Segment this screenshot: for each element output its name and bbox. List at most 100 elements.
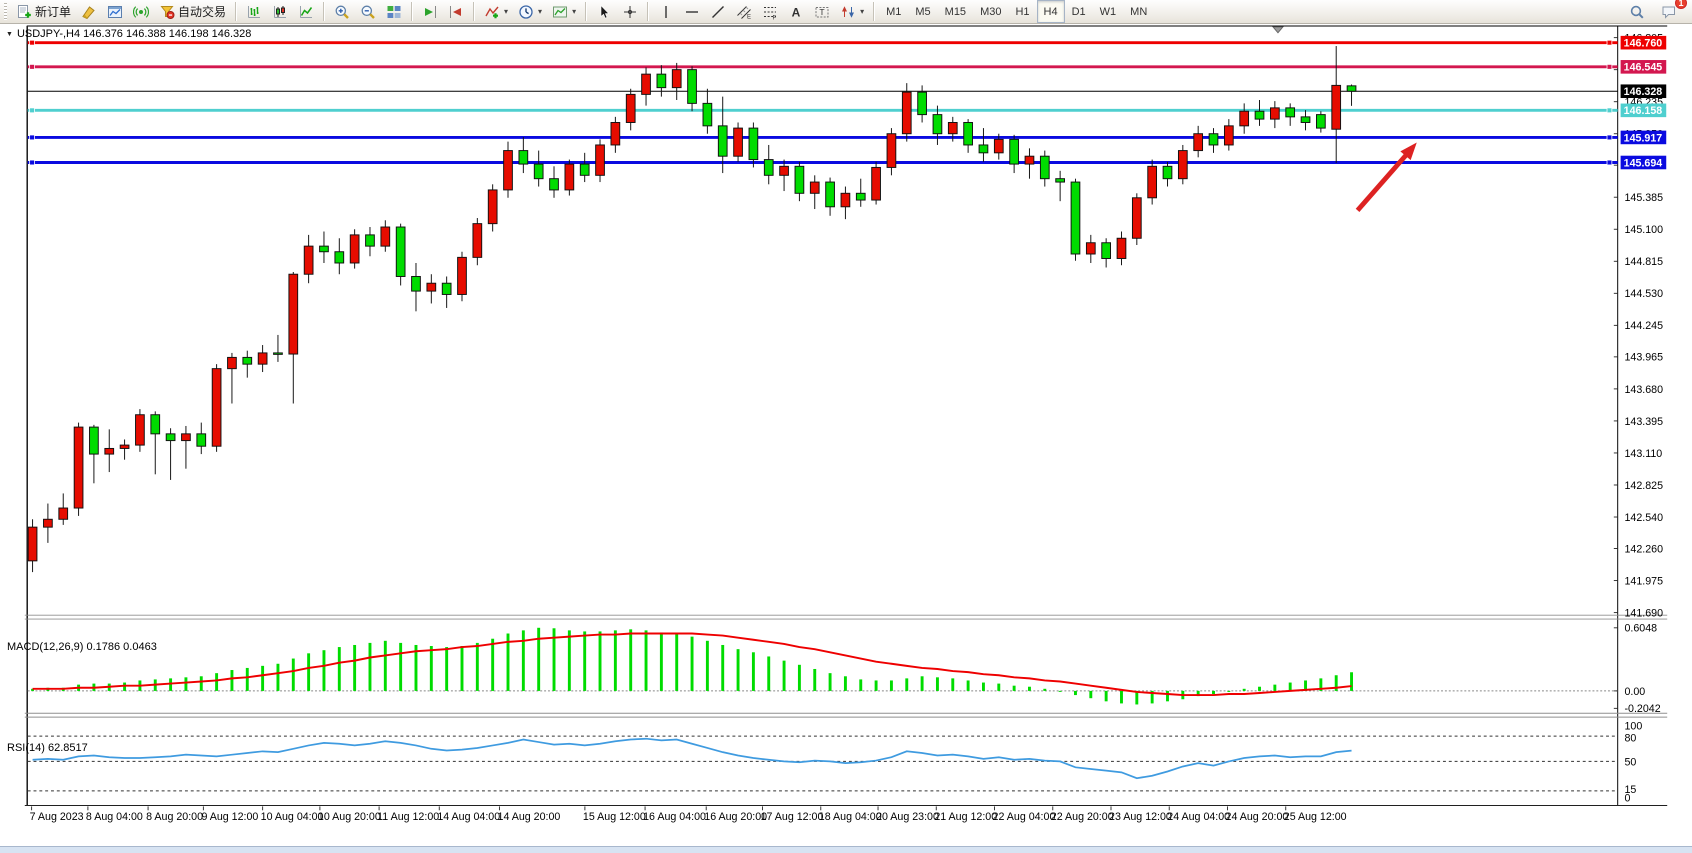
clock-button[interactable]: ▾	[514, 0, 546, 23]
crosshair-button[interactable]	[618, 0, 642, 23]
zoom-in-button[interactable]	[330, 0, 354, 23]
candles-chart-button[interactable]	[268, 0, 292, 23]
candle	[795, 166, 804, 193]
candle	[749, 128, 758, 159]
rsi-scale-label: 0	[1624, 793, 1630, 805]
vline-button[interactable]	[654, 0, 678, 23]
candle	[28, 527, 37, 561]
template-button[interactable]: ▾	[548, 0, 580, 23]
svg-text:143.680: 143.680	[1624, 384, 1663, 396]
search-button[interactable]	[1625, 0, 1649, 23]
text-button[interactable]: A	[784, 0, 808, 23]
brush-button[interactable]	[77, 0, 101, 23]
chart-title[interactable]: ▼ USDJPY-,H4 146.376 146.388 146.198 146…	[6, 28, 251, 40]
candle	[994, 139, 1003, 152]
timeframe-H4-button[interactable]: H4	[1037, 0, 1065, 23]
candlesticks	[28, 46, 1356, 572]
chat-icon	[1661, 4, 1677, 20]
chevron-down-icon[interactable]: ▾	[538, 7, 542, 16]
search-icon	[1629, 4, 1645, 20]
candle	[381, 227, 390, 246]
bars-chart-button[interactable]	[242, 0, 266, 23]
candle	[1010, 139, 1019, 164]
tline-button[interactable]	[706, 0, 730, 23]
line-handle[interactable]	[1607, 108, 1612, 113]
chart-window-button[interactable]	[103, 0, 127, 23]
svg-text:145.385: 145.385	[1624, 192, 1663, 204]
svg-text:144.530: 144.530	[1624, 288, 1663, 300]
time-label: 14 Aug 04:00	[437, 811, 500, 823]
timeframe-W1-button[interactable]: W1	[1093, 0, 1124, 23]
chevron-down-icon[interactable]: ▾	[860, 7, 864, 16]
candle	[872, 167, 881, 200]
candle	[1086, 243, 1095, 254]
svg-text:141.975: 141.975	[1624, 575, 1663, 587]
timeframe-MN-button[interactable]: MN	[1123, 0, 1154, 23]
candle	[274, 353, 283, 354]
chart-shift-marker[interactable]	[1273, 27, 1283, 33]
line-handle[interactable]	[30, 64, 35, 69]
line-handle[interactable]	[30, 108, 35, 113]
trend-arrow-annotation[interactable]	[1358, 142, 1417, 210]
timeframe-H1-button[interactable]: H1	[1008, 0, 1036, 23]
main-toolbar: 新订单 自动交易 ▾ ▾ ▾ E F AT ▾ M1M5M15M30H1H4D1W1MN 1	[0, 0, 1692, 24]
rsi-scale-label: 50	[1624, 757, 1636, 769]
candle	[979, 145, 988, 153]
cursor-button[interactable]	[592, 0, 616, 23]
status-strip	[0, 846, 1692, 853]
fibo-button[interactable]: F	[758, 0, 782, 23]
line-handle[interactable]	[30, 160, 35, 165]
candle	[780, 166, 789, 175]
time-label: 24 Aug 04:00	[1167, 811, 1230, 823]
new-order-button[interactable]: 新订单	[12, 0, 75, 23]
chevron-down-icon[interactable]: ▾	[572, 7, 576, 16]
signal-button[interactable]	[129, 0, 153, 23]
candle	[228, 357, 237, 368]
symbol-dropdown-icon[interactable]: ▼	[6, 31, 13, 38]
time-label: 18 Aug 04:00	[819, 811, 882, 823]
candles-chart-icon	[272, 4, 288, 20]
notifications-button[interactable]: 1	[1657, 0, 1681, 23]
time-label: 23 Aug 12:00	[1109, 811, 1172, 823]
svg-text:145.694: 145.694	[1624, 157, 1663, 169]
candle	[918, 92, 927, 114]
line-handle[interactable]	[1607, 135, 1612, 140]
line-handle[interactable]	[1607, 160, 1612, 165]
timeframe-M5-button[interactable]: M5	[908, 0, 937, 23]
candle	[442, 283, 451, 294]
candle	[1056, 179, 1065, 182]
tiles-button[interactable]	[382, 0, 406, 23]
autotrade-icon	[159, 4, 175, 20]
candle	[596, 145, 605, 175]
line-chart-button[interactable]	[294, 0, 318, 23]
fibo-icon: F	[762, 4, 778, 20]
timeframe-M15-button[interactable]: M15	[938, 0, 973, 23]
shapes-button[interactable]: ▾	[836, 0, 868, 23]
shift-button[interactable]	[444, 0, 468, 23]
hline-button[interactable]	[680, 0, 704, 23]
timeframe-M1-button[interactable]: M1	[879, 0, 908, 23]
autoscroll-button[interactable]	[418, 0, 442, 23]
line-handle[interactable]	[30, 135, 35, 140]
svg-text:F: F	[773, 15, 777, 20]
chevron-down-icon[interactable]: ▾	[504, 7, 508, 16]
time-label: 17 Aug 12:00	[761, 811, 824, 823]
timeframe-D1-button[interactable]: D1	[1065, 0, 1093, 23]
timeframe-M30-button[interactable]: M30	[973, 0, 1008, 23]
candle	[810, 182, 819, 193]
time-label: 25 Aug 12:00	[1284, 811, 1347, 823]
time-label: 16 Aug 20:00	[704, 811, 767, 823]
zoom-out-button[interactable]	[356, 0, 380, 23]
line-handle[interactable]	[30, 40, 35, 45]
indicators-button[interactable]: ▾	[480, 0, 512, 23]
line-handle[interactable]	[1607, 40, 1612, 45]
toolbar-grip[interactable]	[4, 3, 7, 20]
autotrade-button[interactable]: 自动交易	[155, 0, 230, 23]
toolbar-separator	[473, 2, 475, 21]
candle	[258, 353, 267, 364]
svg-text:142.540: 142.540	[1624, 512, 1663, 524]
candle	[933, 115, 942, 134]
label-button[interactable]: T	[810, 0, 834, 23]
line-handle[interactable]	[1607, 64, 1612, 69]
channel-button[interactable]: E	[732, 0, 756, 23]
